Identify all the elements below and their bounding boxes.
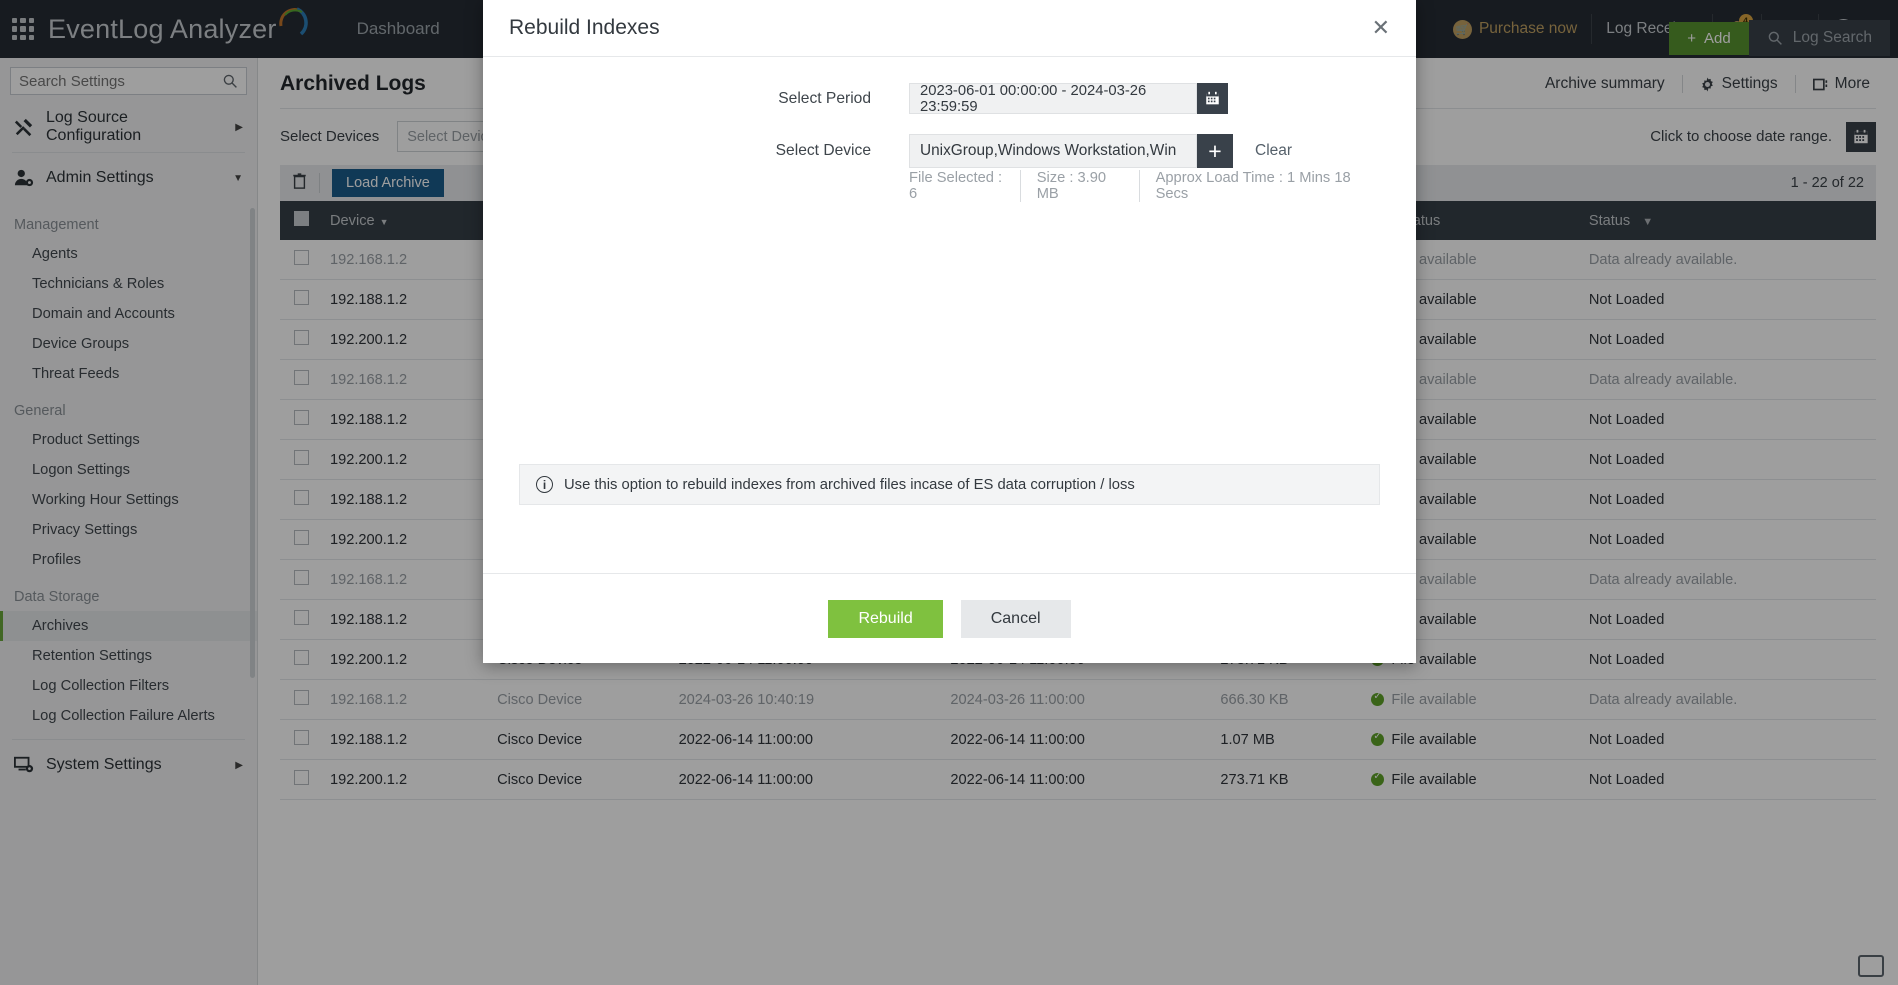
info-text: Use this option to rebuild indexes from …: [564, 476, 1135, 493]
select-device-input[interactable]: UnixGroup,Windows Workstation,Win: [909, 134, 1197, 168]
dialog-body: Select Period 2023-06-01 00:00:00 - 2024…: [483, 57, 1416, 573]
dialog-title: Rebuild Indexes: [509, 16, 660, 39]
select-device-row: Select Device UnixGroup,Windows Workstat…: [519, 134, 1380, 168]
selection-meta-row: File Selected : 6 Size : 3.90 MB Approx …: [519, 170, 1380, 202]
rebuild-indexes-dialog: Rebuild Indexes ✕ Select Period 2023-06-…: [483, 0, 1416, 663]
rebuild-button[interactable]: Rebuild: [828, 599, 943, 638]
approx-load-time: Approx Load Time : 1 Mins 18 Secs: [1155, 170, 1351, 202]
plus-icon[interactable]: +: [1197, 134, 1233, 168]
select-device-label: Select Device: [775, 142, 871, 159]
select-period-input[interactable]: 2023-06-01 00:00:00 - 2024-03-26 23:59:5…: [909, 83, 1197, 115]
cancel-button[interactable]: Cancel: [960, 599, 1071, 638]
file-selected-count: File Selected : 6: [909, 170, 1021, 202]
dialog-footer: Rebuild Cancel: [483, 573, 1416, 663]
info-icon: i: [536, 476, 553, 493]
calendar-icon[interactable]: [1197, 83, 1228, 114]
select-period-label: Select Period: [778, 89, 871, 107]
select-period-row: Select Period 2023-06-01 00:00:00 - 2024…: [519, 83, 1380, 115]
info-banner: i Use this option to rebuild indexes fro…: [519, 464, 1380, 505]
dialog-header: Rebuild Indexes ✕: [483, 0, 1416, 57]
close-icon[interactable]: ✕: [1372, 17, 1390, 39]
clear-button[interactable]: Clear: [1255, 142, 1292, 160]
total-size: Size : 3.90 MB: [1021, 170, 1140, 202]
